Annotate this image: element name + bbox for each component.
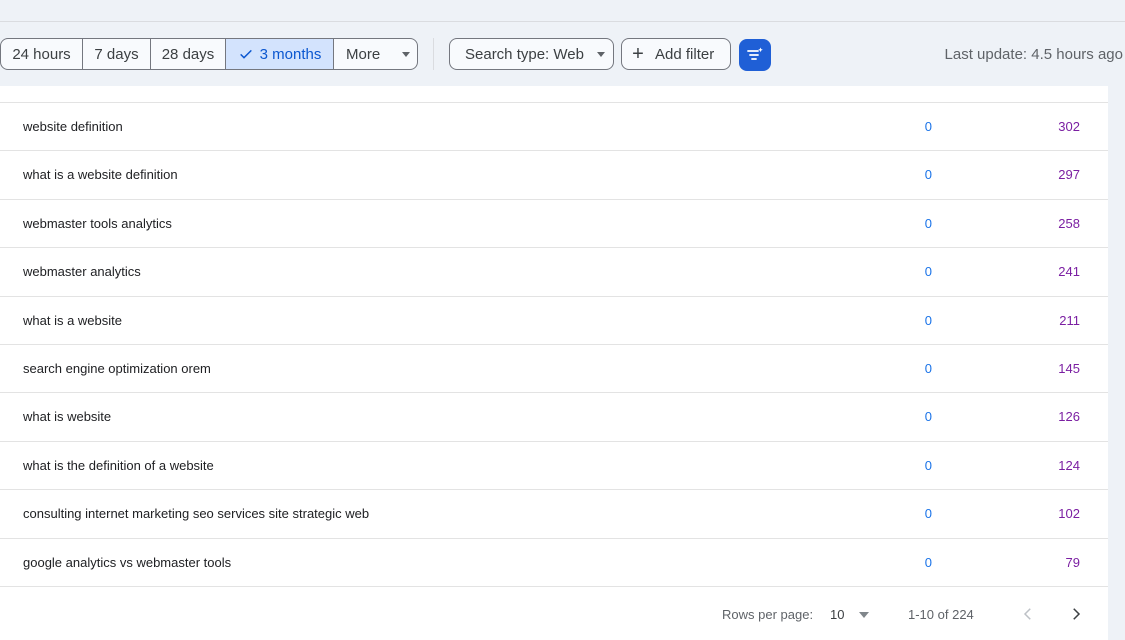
range-label: 28 days bbox=[161, 45, 215, 63]
date-range-selector: 24 hours 7 days 28 days 3 months More bbox=[0, 38, 418, 70]
chevron-left-icon[interactable] bbox=[1019, 605, 1037, 623]
search-type-dropdown[interactable]: Search type: Web bbox=[449, 38, 614, 70]
query-cell: search engine optimization orem bbox=[23, 361, 211, 376]
query-cell: website definition bbox=[23, 119, 123, 134]
add-filter-label: Add filter bbox=[655, 45, 715, 63]
check-icon bbox=[239, 49, 252, 59]
range-more-dropdown[interactable]: More bbox=[334, 39, 417, 69]
chevron-right-icon[interactable] bbox=[1067, 605, 1085, 623]
queries-table: website definition 0 302 what is a websi… bbox=[0, 86, 1108, 640]
table-row[interactable]: webmaster tools analytics 0 258 bbox=[0, 199, 1108, 247]
clicks-cell: 0 bbox=[924, 555, 932, 570]
impressions-cell: 211 bbox=[1059, 313, 1080, 328]
filter-sparkle-icon bbox=[747, 47, 763, 60]
table-row[interactable]: search engine optimization orem 0 145 bbox=[0, 344, 1108, 392]
filter-settings-button[interactable] bbox=[739, 39, 771, 71]
range-7-days-button[interactable]: 7 days bbox=[83, 39, 151, 69]
date-toolbar: 24 hours 7 days 28 days 3 months More Se… bbox=[0, 22, 1125, 86]
add-filter-button[interactable]: + Add filter bbox=[621, 38, 731, 70]
range-label: 7 days bbox=[94, 45, 139, 63]
table-row[interactable]: what is website 0 126 bbox=[0, 392, 1108, 440]
query-cell: what is the definition of a website bbox=[23, 458, 214, 473]
clicks-cell: 0 bbox=[924, 167, 932, 182]
impressions-cell: 126 bbox=[1058, 409, 1080, 424]
clicks-cell: 0 bbox=[924, 119, 932, 134]
clicks-cell: 0 bbox=[924, 506, 932, 521]
toolbar-divider bbox=[433, 38, 434, 70]
clicks-cell: 0 bbox=[924, 313, 932, 328]
pagination-bar: Rows per page: 10 1-10 of 224 bbox=[0, 586, 1108, 640]
table-row[interactable]: what is a website 0 211 bbox=[0, 296, 1108, 344]
table-row[interactable]: website definition 0 302 bbox=[0, 102, 1108, 150]
chevron-down-icon bbox=[596, 51, 605, 57]
range-label: 3 months bbox=[259, 45, 322, 63]
query-cell: what is a website bbox=[23, 313, 122, 328]
clicks-cell: 0 bbox=[924, 458, 932, 473]
range-3-months-button[interactable]: 3 months bbox=[226, 39, 334, 69]
page-range-text: 1-10 of 224 bbox=[908, 607, 974, 622]
query-cell: webmaster tools analytics bbox=[23, 216, 172, 231]
table-row[interactable]: what is a website definition 0 297 bbox=[0, 150, 1108, 198]
impressions-cell: 102 bbox=[1058, 506, 1080, 521]
query-cell: what is a website definition bbox=[23, 167, 178, 182]
clicks-cell: 0 bbox=[924, 264, 932, 279]
last-update-text: Last update: 4.5 hours ago bbox=[944, 46, 1123, 63]
query-cell: what is website bbox=[23, 409, 112, 424]
range-24-hours-button[interactable]: 24 hours bbox=[1, 39, 83, 69]
rows-per-page-select[interactable]: 10 bbox=[830, 607, 844, 622]
table-row[interactable]: google analytics vs webmaster tools 0 79 bbox=[0, 538, 1108, 586]
query-cell: google analytics vs webmaster tools bbox=[23, 555, 232, 570]
range-label: 24 hours bbox=[12, 45, 71, 63]
search-type-label: Search type: Web bbox=[465, 45, 584, 63]
impressions-cell: 241 bbox=[1058, 264, 1080, 279]
impressions-cell: 297 bbox=[1058, 167, 1080, 182]
table-row[interactable]: what is the definition of a website 0 12… bbox=[0, 441, 1108, 489]
impressions-cell: 258 bbox=[1058, 216, 1080, 231]
plus-icon: + bbox=[632, 43, 644, 65]
impressions-cell: 145 bbox=[1058, 361, 1080, 376]
query-cell: consulting internet marketing seo servic… bbox=[23, 506, 370, 521]
header-divider bbox=[0, 0, 1125, 22]
range-28-days-button[interactable]: 28 days bbox=[151, 39, 226, 69]
range-label: More bbox=[346, 45, 381, 63]
query-cell: webmaster analytics bbox=[23, 264, 141, 279]
table-row[interactable]: consulting internet marketing seo servic… bbox=[0, 489, 1108, 537]
clicks-cell: 0 bbox=[924, 361, 932, 376]
impressions-cell: 302 bbox=[1058, 119, 1080, 134]
chevron-down-icon bbox=[402, 51, 411, 57]
chevron-down-icon[interactable] bbox=[859, 612, 869, 618]
clicks-cell: 0 bbox=[924, 409, 932, 424]
rows-per-page-label: Rows per page: bbox=[722, 607, 814, 622]
impressions-cell: 124 bbox=[1058, 458, 1080, 473]
impressions-cell: 79 bbox=[1065, 555, 1080, 570]
table-row[interactable]: webmaster analytics 0 241 bbox=[0, 247, 1108, 295]
clicks-cell: 0 bbox=[924, 216, 932, 231]
